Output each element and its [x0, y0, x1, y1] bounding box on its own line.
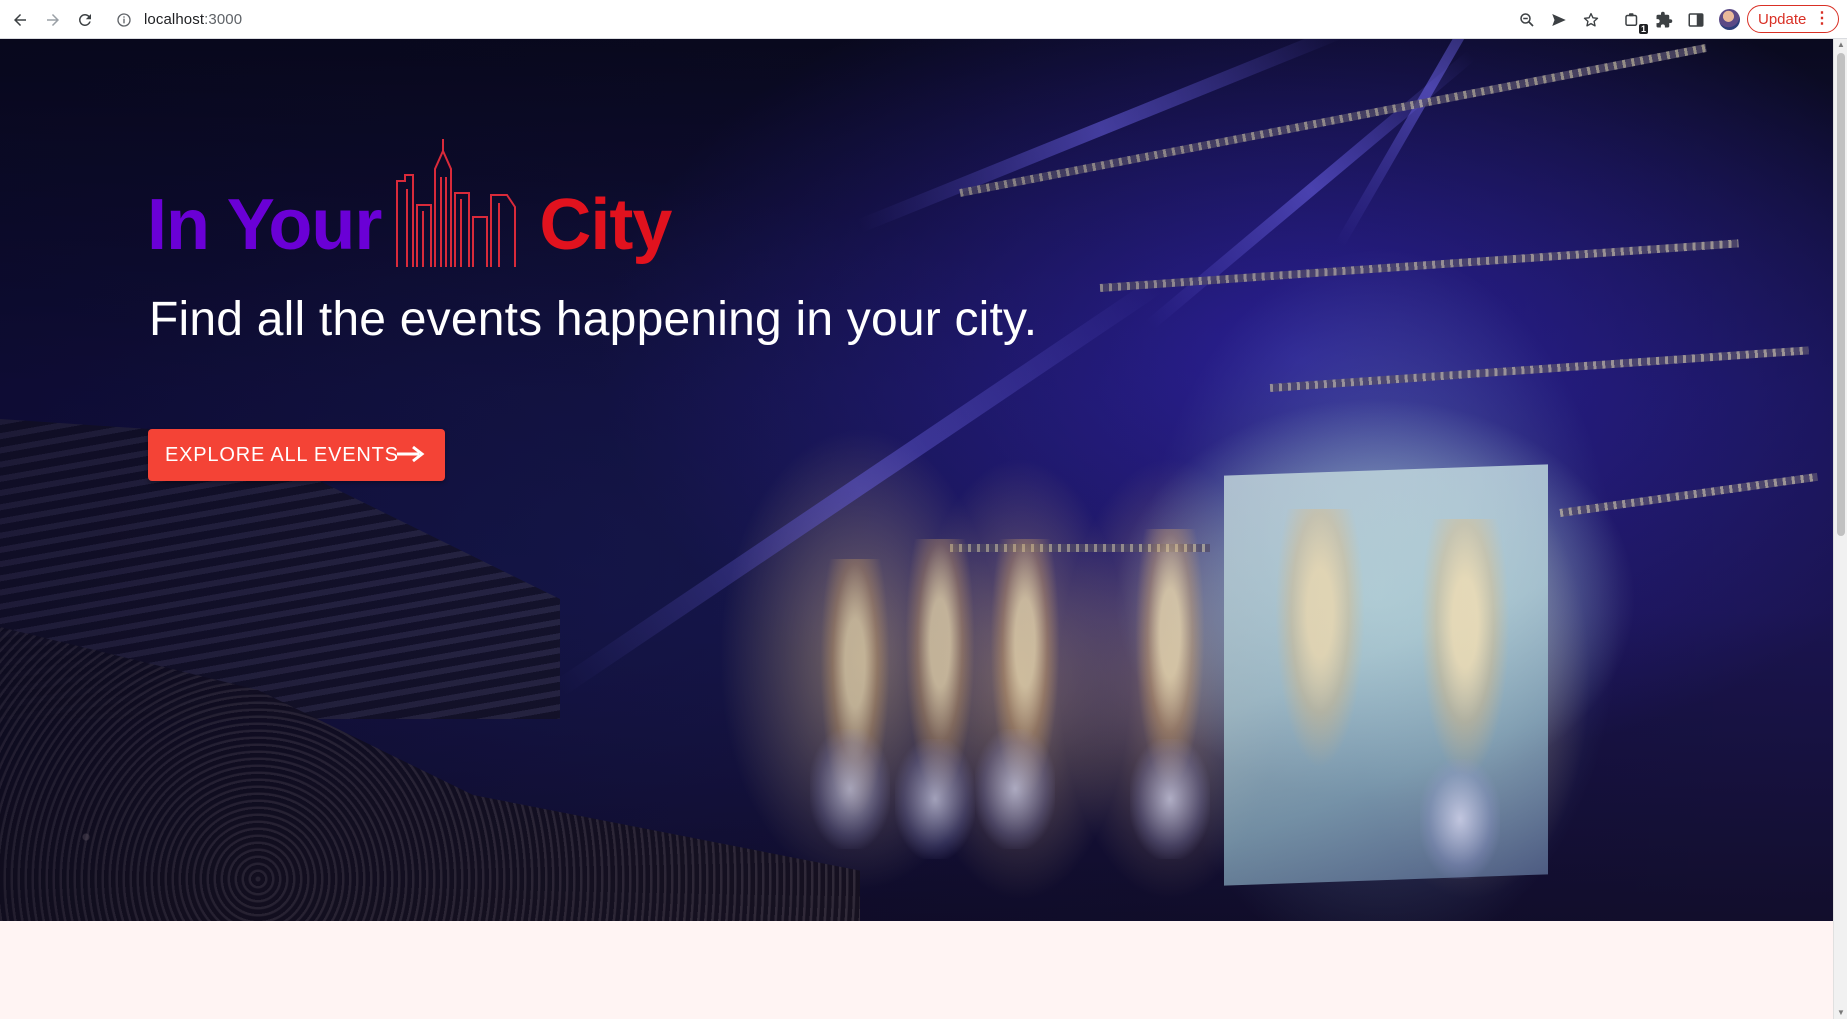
- bookmark-button[interactable]: [1578, 7, 1604, 33]
- brand-logo: In Your City: [147, 139, 672, 269]
- zoom-icon: [1520, 13, 1534, 27]
- brand-text-right: City: [539, 185, 672, 265]
- send-icon: [1552, 14, 1566, 26]
- info-icon[interactable]: [116, 12, 132, 28]
- send-button[interactable]: [1546, 7, 1572, 33]
- hero-tagline: Find all the events happening in your ci…: [149, 293, 1038, 346]
- scrollbar-thumb[interactable]: [1837, 53, 1845, 536]
- star-icon: [1583, 12, 1599, 27]
- extensions-menu-button[interactable]: [1651, 7, 1677, 33]
- scroll-up-icon[interactable]: ▲: [1837, 41, 1845, 49]
- kebab-menu-icon[interactable]: ⋮: [1814, 10, 1830, 28]
- puzzle-icon: [1656, 11, 1673, 28]
- hero-section: In Your City Find all the events happeni…: [0, 39, 1833, 921]
- page-viewport: In Your City Find all the events happeni…: [0, 39, 1833, 1019]
- address-bar[interactable]: localhost:3000: [108, 5, 1418, 34]
- profile-avatar[interactable]: [1719, 9, 1740, 30]
- extension-button[interactable]: 1: [1619, 7, 1648, 34]
- url-host: localhost: [144, 11, 205, 28]
- url-text[interactable]: localhost:3000: [144, 11, 242, 28]
- update-button[interactable]: Update ⋮: [1747, 5, 1839, 33]
- side-panel-button[interactable]: [1683, 7, 1709, 33]
- forward-button[interactable]: [40, 7, 66, 33]
- brand-text-left: In Your: [147, 185, 382, 265]
- reload-button[interactable]: [72, 7, 98, 33]
- long-arrow-right-icon: [397, 445, 425, 463]
- arrow-right-icon: [47, 14, 59, 26]
- zoom-button[interactable]: [1514, 7, 1540, 33]
- update-label: Update: [1758, 10, 1807, 28]
- url-port: :3000: [204, 11, 243, 28]
- below-fold-section: [0, 921, 1833, 1019]
- city-skyline-icon: [396, 139, 517, 267]
- reload-icon: [78, 13, 91, 26]
- explore-all-events-button[interactable]: EXPLORE ALL EVENTS: [148, 429, 445, 481]
- scroll-down-icon[interactable]: ▼: [1837, 1009, 1845, 1017]
- side-panel-icon: [1688, 13, 1704, 27]
- browser-toolbar: localhost:3000 1 Update ⋮: [0, 0, 1847, 39]
- page-scrollbar[interactable]: ▲ ▼: [1833, 39, 1847, 1019]
- explore-all-events-label: EXPLORE ALL EVENTS: [165, 443, 399, 466]
- extension-badge: 1: [1638, 24, 1648, 34]
- back-button[interactable]: [7, 7, 33, 33]
- arrow-left-icon: [14, 14, 26, 26]
